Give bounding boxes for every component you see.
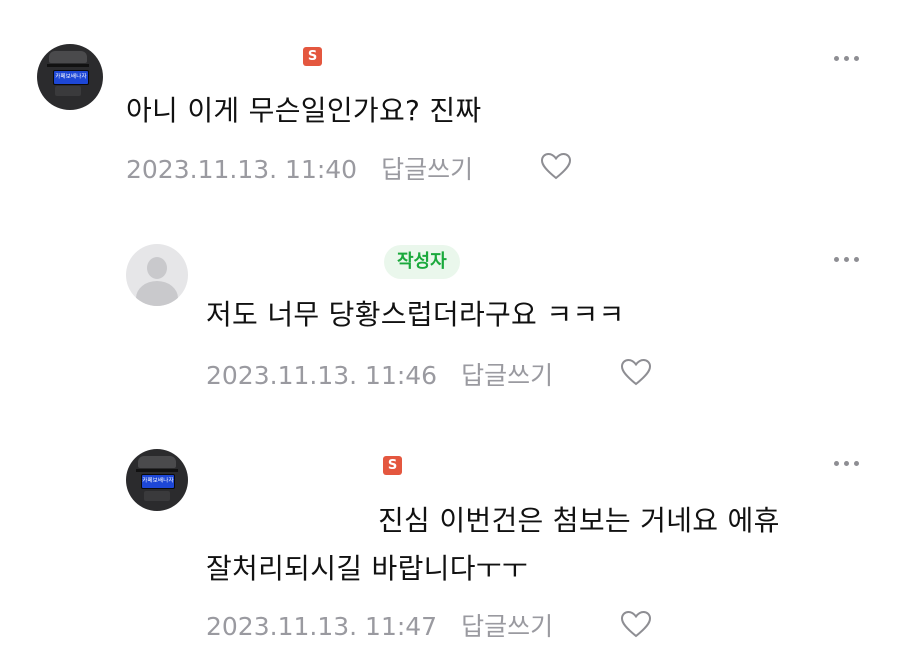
heart-icon[interactable] xyxy=(540,152,572,180)
s-badge: S xyxy=(303,47,322,66)
comment-text: 저도 너무 당황스럽더라구요 ㅋㅋㅋ xyxy=(206,298,625,331)
avatar[interactable]: 카페보배나자 xyxy=(37,44,103,110)
reply-button[interactable]: 답글쓰기 xyxy=(461,356,553,392)
avatar[interactable]: 카페보배나자 xyxy=(126,449,188,511)
more-options-button[interactable] xyxy=(834,460,862,468)
more-icon xyxy=(834,461,839,466)
more-icon xyxy=(844,56,849,61)
reply-button[interactable]: 답글쓰기 xyxy=(381,150,473,186)
avatar-graphic xyxy=(136,469,178,472)
comment-text: 아니 이게 무슨일인가요? 진짜 xyxy=(126,94,482,127)
more-icon xyxy=(844,257,849,262)
more-icon xyxy=(834,257,839,262)
avatar-graphic xyxy=(147,257,167,279)
author-badge: 작성자 xyxy=(384,245,460,279)
comment-meta: 2023.11.13. 11:47 답글쓰기 xyxy=(206,607,553,643)
more-icon xyxy=(854,56,859,61)
avatar-graphic xyxy=(144,491,170,501)
avatar-graphic xyxy=(49,51,87,63)
comment-meta: 2023.11.13. 11:40 답글쓰기 xyxy=(126,150,473,186)
avatar-graphic xyxy=(55,86,81,96)
comment-date: 2023.11.13. 11:47 xyxy=(206,612,438,641)
s-badge: S xyxy=(383,456,402,475)
heart-icon[interactable] xyxy=(620,610,652,638)
more-options-button[interactable] xyxy=(834,256,862,264)
more-icon xyxy=(834,56,839,61)
comment-text-line-2: 잘처리되시길 바랍니다ㅜㅜ xyxy=(206,552,528,585)
comment-meta: 2023.11.13. 11:46 답글쓰기 xyxy=(206,356,553,392)
default-avatar-icon[interactable] xyxy=(126,244,188,306)
comment-date: 2023.11.13. 11:40 xyxy=(126,155,358,184)
avatar-label: 카페보배나자 xyxy=(141,474,175,489)
avatar-graphic xyxy=(136,281,178,306)
avatar-graphic xyxy=(47,64,89,67)
more-icon xyxy=(854,257,859,262)
heart-icon[interactable] xyxy=(620,358,652,386)
comment-text-line-1: 진심 이번건은 첨보는 거네요 에휴 xyxy=(378,504,780,537)
avatar-label: 카페보배나자 xyxy=(53,70,89,85)
more-icon xyxy=(854,461,859,466)
more-options-button[interactable] xyxy=(834,55,862,63)
comment-date: 2023.11.13. 11:46 xyxy=(206,361,438,390)
reply-button[interactable]: 답글쓰기 xyxy=(461,607,553,643)
avatar-graphic xyxy=(138,456,176,468)
more-icon xyxy=(844,461,849,466)
